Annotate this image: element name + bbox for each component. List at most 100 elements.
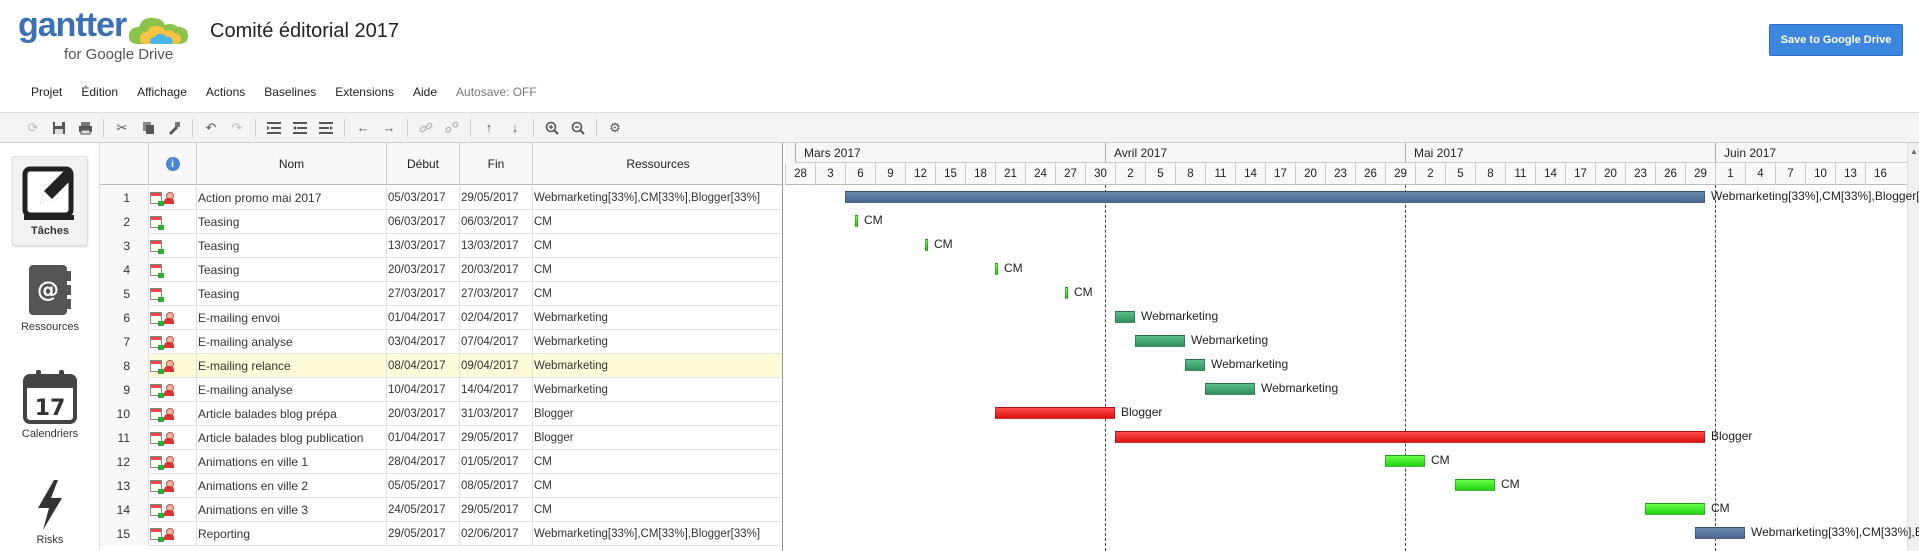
menu-actions[interactable]: Actions xyxy=(206,85,245,99)
nav-ressources[interactable]: @ Ressources xyxy=(12,263,88,343)
gantt-bar[interactable] xyxy=(845,191,1705,203)
gantt-bar[interactable] xyxy=(855,215,858,227)
menu-extensions[interactable]: Extensions xyxy=(335,85,394,99)
task-end-cell[interactable]: 29/05/2017 xyxy=(460,498,533,522)
row-number[interactable]: 5 xyxy=(100,282,149,306)
row-number[interactable]: 3 xyxy=(100,234,149,258)
task-start-cell[interactable]: 20/03/2017 xyxy=(387,402,460,426)
task-name-cell[interactable]: Teasing xyxy=(197,258,387,282)
task-resources-cell[interactable]: Webmarketing xyxy=(533,330,782,354)
task-start-cell[interactable]: 27/03/2017 xyxy=(387,282,460,306)
task-name-cell[interactable]: E-mailing relance xyxy=(197,354,387,378)
nav-calendriers[interactable]: 17 Calendriers xyxy=(12,368,88,448)
header-fin[interactable]: Fin xyxy=(460,143,533,185)
task-resources-cell[interactable]: CM xyxy=(533,258,782,282)
row-number[interactable]: 1 xyxy=(100,186,149,210)
header-info[interactable]: i xyxy=(149,143,197,185)
task-name-cell[interactable]: E-mailing analyse xyxy=(197,330,387,354)
task-resources-cell[interactable]: Blogger xyxy=(533,426,782,450)
row-number[interactable]: 9 xyxy=(100,378,149,402)
row-number[interactable]: 7 xyxy=(100,330,149,354)
task-start-cell[interactable]: 08/04/2017 xyxy=(387,354,460,378)
task-start-cell[interactable]: 13/03/2017 xyxy=(387,234,460,258)
arrow-right-icon[interactable]: → xyxy=(378,117,400,139)
row-number[interactable]: 6 xyxy=(100,306,149,330)
cut-icon[interactable]: ✂ xyxy=(111,117,133,139)
task-start-cell[interactable]: 01/04/2017 xyxy=(387,306,460,330)
task-end-cell[interactable]: 02/04/2017 xyxy=(460,306,533,330)
task-name-cell[interactable]: Teasing xyxy=(197,282,387,306)
gantt-bar[interactable] xyxy=(995,407,1115,419)
task-start-cell[interactable]: 20/03/2017 xyxy=(387,258,460,282)
gantt-bar[interactable] xyxy=(995,263,998,275)
task-end-cell[interactable]: 20/03/2017 xyxy=(460,258,533,282)
task-start-cell[interactable]: 03/04/2017 xyxy=(387,330,460,354)
task-resources-cell[interactable]: Webmarketing xyxy=(533,354,782,378)
row-number[interactable]: 13 xyxy=(100,474,149,498)
undo-icon[interactable]: ↶ xyxy=(200,117,222,139)
task-name-cell[interactable]: Teasing xyxy=(197,234,387,258)
task-resources-cell[interactable]: Webmarketing xyxy=(533,378,782,402)
row-number[interactable]: 15 xyxy=(100,522,149,546)
copy-icon[interactable] xyxy=(137,117,159,139)
add-row-icon[interactable] xyxy=(315,117,337,139)
table-row[interactable]: 13 Animations en ville 2 05/05/2017 08/05/2… xyxy=(100,474,782,498)
table-row[interactable]: 4 Teasing 20/03/2017 20/03/2017 CM xyxy=(100,258,782,282)
task-resources-cell[interactable]: Blogger xyxy=(533,402,782,426)
task-end-cell[interactable]: 29/05/2017 xyxy=(460,426,533,450)
table-row[interactable]: 14 Animations en ville 3 24/05/2017 29/05/2… xyxy=(100,498,782,522)
scroll-up-icon[interactable]: ▲ xyxy=(1910,147,1918,156)
save-icon[interactable] xyxy=(48,117,70,139)
task-start-cell[interactable]: 28/04/2017 xyxy=(387,450,460,474)
row-number[interactable]: 2 xyxy=(100,210,149,234)
row-number[interactable]: 12 xyxy=(100,450,149,474)
gantt-bar[interactable] xyxy=(1205,383,1255,395)
table-row[interactable]: 7 E-mailing analyse 03/04/2017 07/04/2017 We… xyxy=(100,330,782,354)
settings-icon[interactable]: ⚙ xyxy=(604,117,626,139)
task-resources-cell[interactable]: Webmarketing[33%],CM[33%],Blogger[33%] xyxy=(533,186,782,210)
menu-edition[interactable]: Édition xyxy=(81,85,118,99)
gantt-bar[interactable] xyxy=(1115,311,1135,323)
task-resources-cell[interactable]: Webmarketing[33%],CM[33%],Blogger[33%] xyxy=(533,522,782,546)
task-name-cell[interactable]: Teasing xyxy=(197,210,387,234)
task-end-cell[interactable]: 27/03/2017 xyxy=(460,282,533,306)
table-row[interactable]: 15 Reporting 29/05/2017 02/06/2017 Webmarket… xyxy=(100,522,782,546)
task-end-cell[interactable]: 14/04/2017 xyxy=(460,378,533,402)
save-to-drive-button[interactable]: Save to Google Drive xyxy=(1769,24,1903,56)
menu-projet[interactable]: Projet xyxy=(31,85,62,99)
task-end-cell[interactable]: 02/06/2017 xyxy=(460,522,533,546)
table-row[interactable]: 8 E-mailing relance 08/04/2017 09/04/2017 We… xyxy=(100,354,782,378)
header-ressources[interactable]: Ressources xyxy=(533,143,782,185)
task-name-cell[interactable]: E-mailing analyse xyxy=(197,378,387,402)
row-number[interactable]: 14 xyxy=(100,498,149,522)
table-row[interactable]: 6 E-mailing envoi 01/04/2017 02/04/2017 Webm… xyxy=(100,306,782,330)
unlink-icon[interactable] xyxy=(441,117,463,139)
table-row[interactable]: 9 E-mailing analyse 10/04/2017 14/04/2017 We… xyxy=(100,378,782,402)
menu-affichage[interactable]: Affichage xyxy=(137,85,187,99)
task-end-cell[interactable]: 06/03/2017 xyxy=(460,210,533,234)
task-name-cell[interactable]: Article balades blog prépa xyxy=(197,402,387,426)
gantt-bar[interactable] xyxy=(1455,479,1495,491)
paint-format-icon[interactable] xyxy=(163,117,185,139)
task-resources-cell[interactable]: CM xyxy=(533,450,782,474)
task-name-cell[interactable]: Animations en ville 2 xyxy=(197,474,387,498)
document-title[interactable]: Comité éditorial 2017 xyxy=(210,20,399,43)
task-resources-cell[interactable]: CM xyxy=(533,210,782,234)
task-end-cell[interactable]: 31/03/2017 xyxy=(460,402,533,426)
gantt-bar[interactable] xyxy=(1135,335,1185,347)
menu-aide[interactable]: Aide xyxy=(413,85,437,99)
gantt-bar[interactable] xyxy=(1385,455,1425,467)
indent-icon[interactable] xyxy=(263,117,285,139)
table-row[interactable]: 5 Teasing 27/03/2017 27/03/2017 CM xyxy=(100,282,782,306)
header-nom[interactable]: Nom xyxy=(197,143,387,185)
row-number[interactable]: 8 xyxy=(100,354,149,378)
table-row[interactable]: 2 Teasing 06/03/2017 06/03/2017 CM xyxy=(100,210,782,234)
header-debut[interactable]: Début xyxy=(387,143,460,185)
vertical-scrollbar[interactable]: ▲ xyxy=(1907,143,1919,551)
task-end-cell[interactable]: 09/04/2017 xyxy=(460,354,533,378)
table-row[interactable]: 1 Action promo mai 2017 05/03/2017 29/05/20… xyxy=(100,186,782,210)
gantt-bar[interactable] xyxy=(1065,287,1068,299)
zoom-in-icon[interactable] xyxy=(541,117,563,139)
task-end-cell[interactable]: 13/03/2017 xyxy=(460,234,533,258)
move-down-icon[interactable]: ↓ xyxy=(504,117,526,139)
